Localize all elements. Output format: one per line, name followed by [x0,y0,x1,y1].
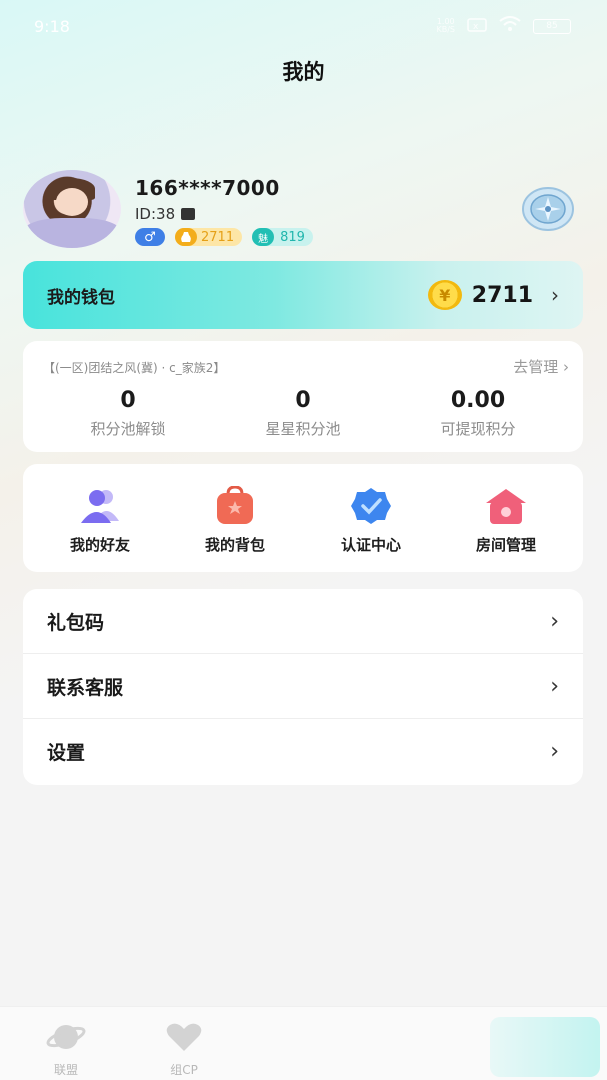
gender-badge: ♂ [135,228,165,246]
net-speed-indicator: 1.00 KB/S [436,17,455,34]
chevron-right-icon: › [550,739,559,764]
avatar[interactable] [23,170,121,248]
heart-icon [164,1021,204,1057]
stat-label: 可提现积分 [440,420,516,438]
stat-value: 0 [295,388,311,413]
shortcut-label: 我的背包 [204,536,265,554]
charm-badge-value: 819 [280,229,305,245]
tab-make-cp[interactable]: 组CP [149,1021,219,1078]
wallet-title: 我的钱包 [47,287,115,308]
status-bar: 9:18 1.00 KB/S x 85 [0,0,607,52]
tab-active-highlight[interactable] [490,1017,600,1077]
settings-menu: 礼包码 › 联系客服 › 设置 › [23,589,583,785]
avatar-face [56,188,88,216]
status-icons: 1.00 KB/S x 85 [436,16,571,36]
family-manage-link[interactable]: 去管理 › [513,356,569,377]
shortcut-room-manage[interactable]: 房间管理 [436,486,576,555]
family-card: 【(一区)团结之风(冀) · c_家族2】 去管理 › 0 积分池解锁 0 星星… [23,341,583,452]
stat-points-unlock: 0 积分池解锁 [35,388,221,439]
avatar-pillow [23,218,121,248]
shortcut-verify-center[interactable]: 认证中心 [301,486,441,555]
family-name: 【(一区)团结之风(冀) · c_家族2】 [43,361,226,375]
stat-value: 0 [120,388,136,413]
backpack-icon [212,486,258,526]
level-emblem-icon[interactable] [520,184,576,234]
sim-icon: x [467,17,487,36]
menu-item-label: 礼包码 [47,611,105,634]
wallet-card[interactable]: 我的钱包 ¥ 2711 › [23,261,583,329]
tab-label: 组CP [170,1063,198,1077]
user-phone: 166****7000 [135,176,280,200]
stat-label: 积分池解锁 [90,420,166,438]
shortcut-friends[interactable]: 我的好友 [30,486,170,555]
menu-item-gift-code[interactable]: 礼包码 › [23,589,583,654]
chevron-right-icon: › [550,608,559,634]
male-icon: ♂ [144,229,156,245]
shortcut-grid: 我的好友 我的背包 认证中心 房间管理 [23,464,583,572]
charm-badge: 魅 819 [252,228,313,246]
coin-badge: 2711 [175,228,243,246]
user-id-row: ID:38 [135,205,196,223]
profile-section: 166****7000 ID:38 ♂ 2711 魅 819 [23,170,583,250]
gold-coin-icon: ¥ [427,280,462,310]
tab-label: 联盟 [53,1063,78,1077]
coin-badge-value: 2711 [201,229,235,245]
chevron-right-icon: › [550,673,559,699]
stat-star-points: 0 星星积分池 [210,388,396,439]
shortcut-label: 房间管理 [475,536,536,554]
page-title: 我的 [282,60,325,84]
battery-icon: 85 [533,18,571,34]
stat-value: 0.00 [450,388,506,413]
svg-text:x: x [473,22,479,32]
copy-icon[interactable] [181,208,196,220]
bottom-tab-bar: 联盟 组CP [0,1006,607,1080]
menu-item-settings[interactable]: 设置 › [23,719,583,784]
shortcut-label: 我的好友 [69,536,130,554]
wifi-icon [499,16,521,36]
planet-icon [46,1021,86,1057]
battery-level: 85 [546,21,558,31]
verify-badge-icon [348,486,394,526]
shortcut-backpack[interactable]: 我的背包 [165,486,305,555]
chevron-right-icon: › [551,283,559,307]
wallet-amount: 2711 [471,282,533,308]
shortcut-label: 认证中心 [340,536,401,554]
menu-item-customer-service[interactable]: 联系客服 › [23,654,583,719]
stat-label: 星星积分池 [265,420,341,438]
coin-bag-icon [175,228,197,246]
menu-item-label: 设置 [47,742,86,764]
tab-alliance[interactable]: 联盟 [31,1021,101,1078]
badge-row: ♂ 2711 魅 819 [135,228,313,246]
friends-icon [77,486,123,526]
user-id: ID:38 [135,205,176,223]
room-house-icon [483,486,529,526]
menu-item-label: 联系客服 [47,676,124,699]
status-time: 9:18 [34,16,70,36]
stat-withdrawable-points: 0.00 可提现积分 [385,388,571,439]
wallet-balance: ¥ 2711 › [427,280,559,310]
charm-icon: 魅 [252,228,275,246]
